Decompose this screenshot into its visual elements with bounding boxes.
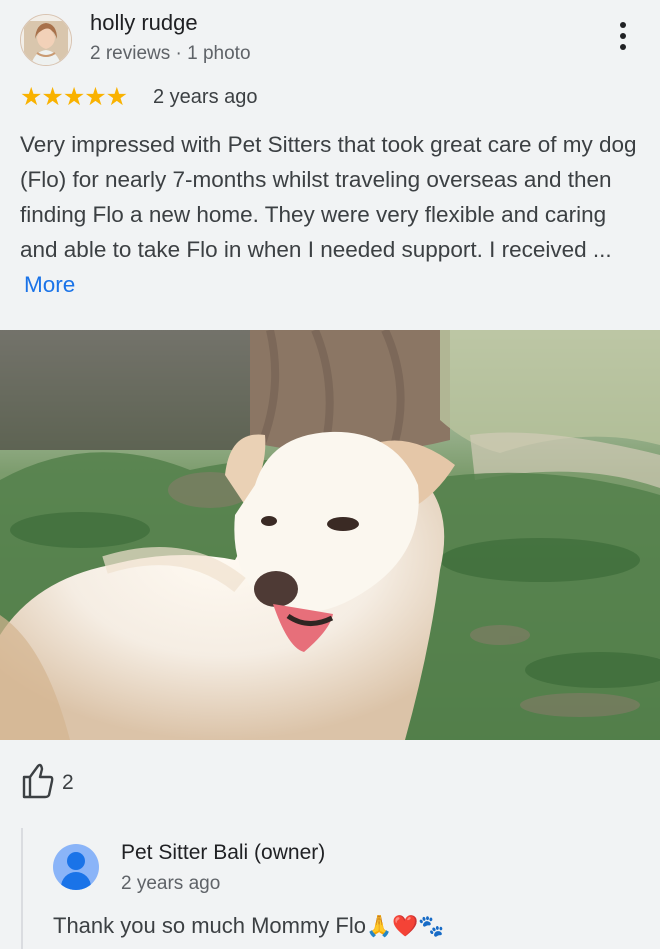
review-body: Very impressed with Pet Sitters that too…	[20, 132, 637, 262]
more-options-button[interactable]	[608, 18, 638, 54]
owner-response-text: Thank you so much Mommy Flo🙏❤️🐾	[53, 913, 444, 939]
owner-response-age: 2 years ago	[121, 873, 221, 894]
owner-response-divider	[21, 828, 23, 949]
star-rating: ★★★★★	[20, 83, 128, 111]
reviewer-name[interactable]: holly rudge	[90, 10, 198, 36]
reviewer-photo	[21, 15, 71, 65]
owner-response-message: Thank you so much Mommy Flo	[53, 913, 366, 938]
like-count: 2	[62, 771, 74, 794]
more-options-dot	[620, 33, 626, 39]
review-age: 2 years ago	[153, 86, 258, 108]
review-photo[interactable]	[0, 330, 660, 740]
more-link[interactable]: More	[24, 272, 75, 297]
thumbs-up-icon[interactable]	[22, 762, 54, 800]
owner-name[interactable]: Pet Sitter Bali (owner)	[121, 841, 325, 865]
review-header: holly rudge 2 reviews · 1 photo	[0, 0, 660, 80]
more-options-dot	[620, 44, 626, 50]
more-options-dot	[620, 22, 626, 28]
prayer-heart-paws-icon: 🙏❤️🐾	[365, 915, 445, 938]
dog-photo	[0, 330, 660, 740]
reviewer-avatar[interactable]	[20, 14, 72, 66]
owner-avatar-icon[interactable]	[53, 844, 99, 890]
review-text: Very impressed with Pet Sitters that too…	[20, 127, 640, 302]
reviewer-meta: 2 reviews · 1 photo	[90, 43, 251, 64]
